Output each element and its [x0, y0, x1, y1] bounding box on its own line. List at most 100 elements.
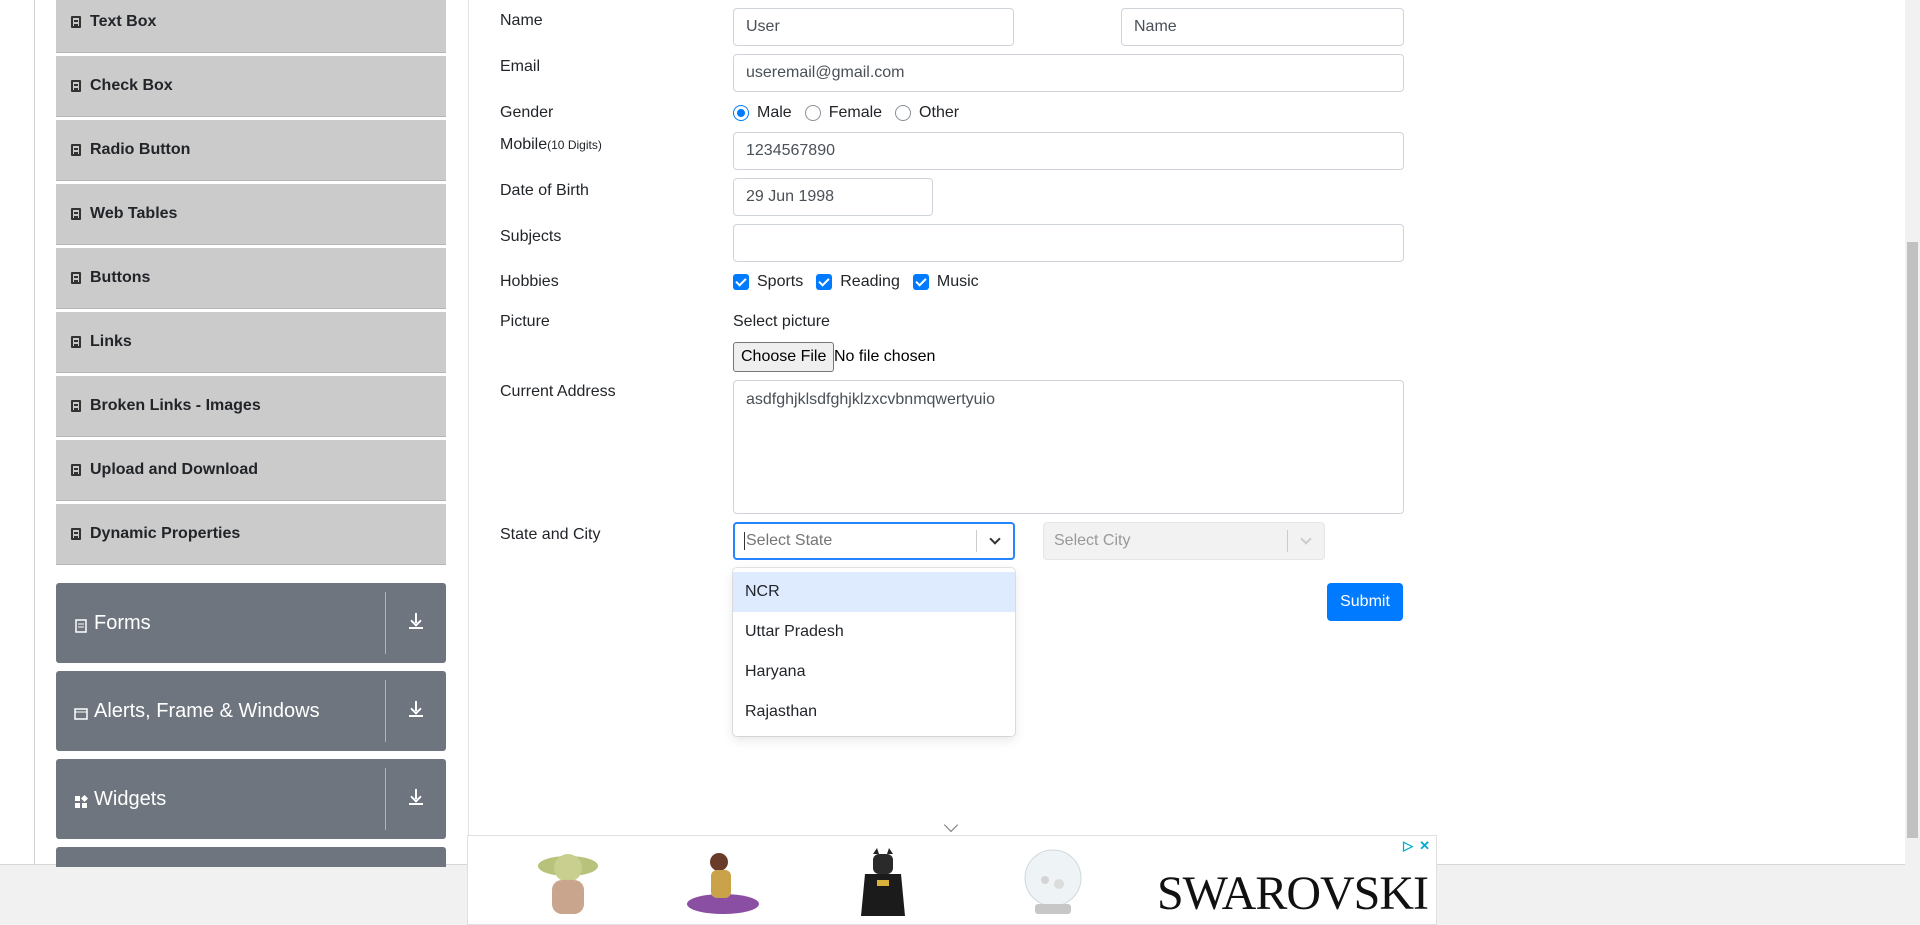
document-icon [71, 528, 81, 540]
sidebar-item-label: Upload and Download [90, 461, 258, 478]
state-dropdown-toggle[interactable] [977, 533, 1013, 545]
ad-brand-logo[interactable]: SWAROVSKI [1157, 866, 1429, 921]
sidebar-group-forms[interactable]: Forms [56, 583, 446, 663]
checkbox-checked-icon[interactable] [733, 274, 749, 290]
vertical-scrollbar-thumb[interactable] [1907, 242, 1918, 838]
subjects-label: Subjects [500, 228, 562, 245]
radio-checked-icon[interactable] [733, 105, 749, 121]
choose-file-button[interactable]: Choose File [733, 342, 835, 372]
ad-product-snowglobe-image[interactable] [1013, 844, 1093, 919]
first-name-input[interactable]: User [733, 8, 1014, 46]
page-left-border [34, 0, 35, 864]
date-of-birth-input[interactable]: 29 Jun 1998 [733, 178, 933, 216]
sidebar-item-broken-links[interactable]: Broken Links - Images [56, 376, 446, 437]
option-label: Music [936, 273, 979, 290]
document-icon [71, 400, 81, 412]
gender-label: Gender [500, 104, 554, 121]
sidebar-item-label: Radio Button [90, 141, 191, 158]
document-icon [71, 208, 81, 220]
sidebar-item-upload-download[interactable]: Upload and Download [56, 440, 446, 501]
gender-radio-group: Male Female Other [733, 104, 972, 122]
checkbox-checked-icon[interactable] [912, 274, 929, 290]
state-dropdown-menu: NCR Uttar Pradesh Haryana Rajasthan [733, 568, 1015, 736]
ad-banner[interactable]: ▷ ✕ SWAROVSKI [467, 835, 1437, 925]
sidebar-item-dynamic-properties[interactable]: Dynamic Properties [56, 504, 446, 565]
sidebar-item-label: Links [90, 333, 132, 350]
state-placeholder: Select State [735, 532, 976, 550]
chevron-down-icon [989, 533, 1001, 545]
city-placeholder: Select City [1054, 532, 1131, 549]
document-icon [71, 464, 81, 476]
select-picture-label: Select picture [733, 313, 830, 330]
city-dropdown-toggle [1288, 533, 1324, 545]
current-address-label: Current Address [500, 383, 616, 400]
radio-unchecked-icon[interactable] [895, 105, 912, 121]
mobile-input[interactable]: 1234567890 [733, 132, 1404, 170]
current-address-textarea[interactable]: asdfghjklsdfghjklzxcvbnmqwertyuio [733, 380, 1404, 514]
sidebar-item-radio-button[interactable]: Radio Button [56, 120, 446, 181]
state-city-label: State and City [500, 526, 601, 543]
download-arrow-icon [409, 788, 423, 805]
document-icon [71, 272, 81, 284]
hobby-music[interactable]: Music [912, 273, 979, 291]
radio-unchecked-icon[interactable] [804, 105, 821, 121]
ad-product-figurine-image[interactable] [528, 844, 608, 919]
state-option-haryana[interactable]: Haryana [733, 652, 1015, 692]
document-icon [71, 16, 81, 28]
email-label: Email [500, 58, 541, 75]
dob-label: Date of Birth [500, 182, 589, 199]
sidebar-item-label: Text Box [90, 13, 157, 30]
sidebar-item-label: Check Box [90, 77, 173, 94]
option-label: Female [828, 104, 883, 121]
expand-toggle[interactable] [386, 788, 446, 810]
ad-close-icon[interactable]: ✕ [1419, 838, 1430, 854]
sidebar-group-partial[interactable] [56, 847, 446, 867]
sidebar-item-web-tables[interactable]: Web Tables [56, 184, 446, 245]
window-icon [74, 704, 88, 720]
group-label: Widgets [94, 787, 167, 810]
option-label: Male [757, 104, 792, 121]
sidebar-item-label: Buttons [90, 269, 151, 286]
hobby-sports[interactable]: Sports [733, 273, 803, 291]
state-option-uttar-pradesh[interactable]: Uttar Pradesh [733, 612, 1015, 652]
sidebar-group-widgets[interactable]: Widgets [56, 759, 446, 839]
sidebar-item-check-box[interactable]: Check Box [56, 56, 446, 117]
option-label: Sports [757, 273, 804, 290]
ad-choices-icon[interactable]: ▷ [1403, 838, 1413, 854]
download-arrow-icon [409, 612, 423, 629]
expand-toggle[interactable] [386, 700, 446, 722]
mobile-label-text: Mobile [500, 136, 548, 153]
state-option-ncr[interactable]: NCR [733, 572, 1015, 612]
gender-option-other[interactable]: Other [895, 104, 959, 122]
last-name-input[interactable]: Name [1121, 8, 1404, 46]
ad-product-figurine-image[interactable] [683, 844, 763, 919]
hobby-reading[interactable]: Reading [816, 273, 900, 291]
file-status-text: No file chosen [834, 348, 936, 365]
sidebar-item-text-box[interactable]: Text Box [56, 0, 446, 53]
checkbox-checked-icon[interactable] [816, 274, 833, 290]
sidebar-group-alerts[interactable]: Alerts, Frame & Windows [56, 671, 446, 751]
form-icon [74, 616, 88, 633]
state-select[interactable]: Select State [733, 522, 1015, 560]
subjects-input[interactable] [733, 224, 1404, 262]
option-label: Reading [840, 273, 900, 290]
document-icon [71, 80, 81, 92]
sidebar-item-buttons[interactable]: Buttons [56, 248, 446, 309]
group-label: Forms [94, 611, 151, 634]
hobbies-label: Hobbies [500, 273, 559, 290]
name-label: Name [500, 12, 543, 29]
ad-product-figurine-image[interactable] [843, 844, 923, 919]
email-input[interactable]: useremail@gmail.com [733, 54, 1404, 92]
sidebar-item-links[interactable]: Links [56, 312, 446, 373]
gender-option-female[interactable]: Female [804, 104, 883, 122]
picture-label: Picture [500, 313, 550, 330]
content-divider [468, 0, 469, 864]
sidebar-item-label: Broken Links - Images [90, 397, 261, 414]
chevron-down-icon [1300, 533, 1312, 545]
state-option-rajasthan[interactable]: Rajasthan [733, 692, 1015, 732]
submit-button[interactable]: Submit [1327, 583, 1403, 621]
hobbies-checkbox-group: Sports Reading Music [733, 273, 992, 291]
option-label: Other [919, 104, 960, 121]
expand-toggle[interactable] [386, 612, 446, 634]
gender-option-male[interactable]: Male [733, 104, 792, 122]
